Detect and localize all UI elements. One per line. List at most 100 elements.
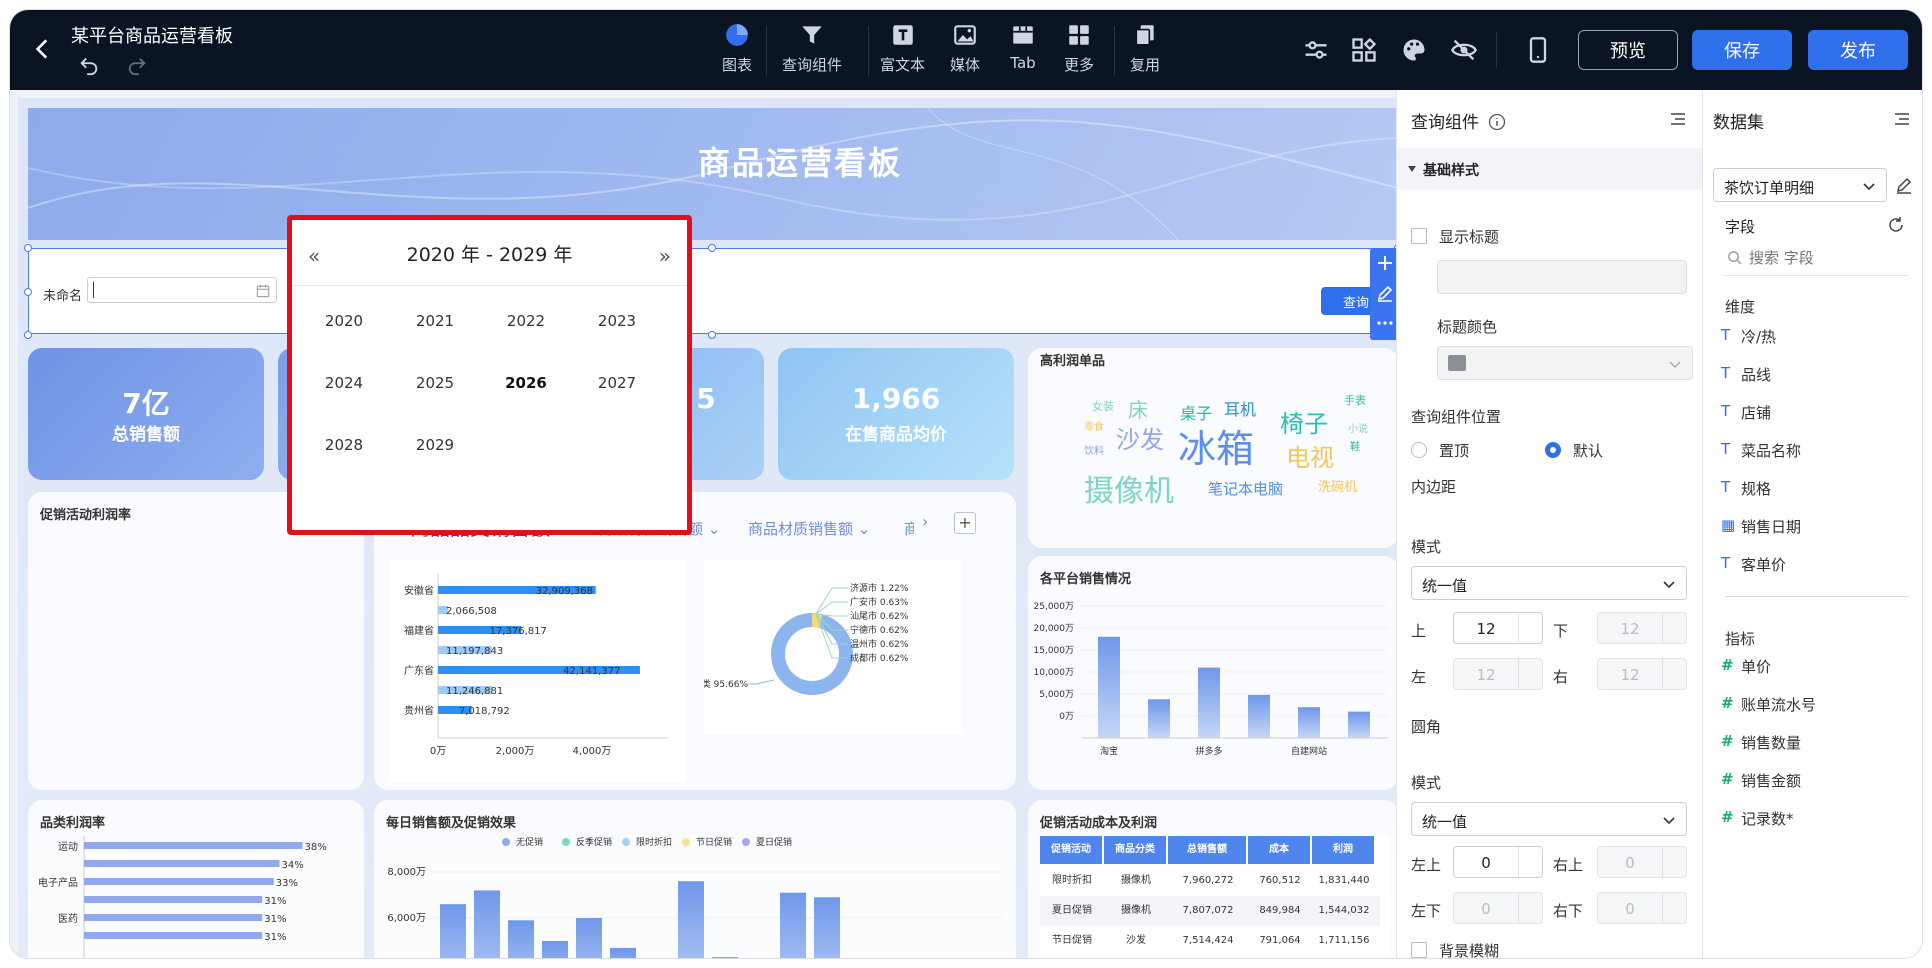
tab-next-icon[interactable]: › [922, 512, 928, 531]
year-cell[interactable]: 2021 [395, 312, 475, 330]
year-cell[interactable]: 2020 [304, 312, 384, 330]
card-tabs[interactable]: ‹ 商品品类销售额 ⌄ 商品特性销售额 ⌄ 商品材质销售额 ⌄ 商 › + 安徽… [374, 492, 1016, 790]
stepper-arrows[interactable] [1662, 659, 1686, 689]
stepper-arrows[interactable] [1662, 613, 1686, 643]
year-cell[interactable]: 2022 [486, 312, 566, 330]
card-high-profit[interactable]: 高利润单品 冰箱 摄像机 沙发 椅子 电视 床 桌子 耳机 笔记本电脑 洗碗机 女装 零食 饮料 手表 小说… [1028, 348, 1396, 548]
publish-button[interactable]: 发布 [1808, 30, 1908, 70]
back-icon[interactable] [30, 36, 56, 62]
year-cell[interactable]: 2025 [395, 374, 475, 392]
resize-handle[interactable] [708, 244, 716, 252]
year-cell[interactable]: 2027 [577, 374, 657, 392]
calendar-icon[interactable] [256, 284, 270, 298]
stepper-arrows[interactable] [1518, 659, 1542, 689]
card-promo-margin[interactable]: 促销活动利润率 [28, 492, 364, 790]
mobile-icon[interactable] [1524, 36, 1552, 64]
title-input[interactable] [1437, 260, 1687, 294]
add-icon[interactable] [1376, 254, 1394, 272]
year-cell[interactable]: 2023 [577, 312, 657, 330]
pad-bottom-stepper[interactable]: 12 [1597, 612, 1687, 644]
radius-tl-stepper[interactable]: 0 [1453, 846, 1543, 878]
measure-field-item[interactable]: 销售金额 [1741, 770, 1801, 791]
resize-handle[interactable] [24, 244, 32, 252]
dimension-field-item[interactable]: 品线 [1741, 364, 1771, 385]
pad-right-stepper[interactable]: 12 [1597, 658, 1687, 690]
collapse-panel-icon[interactable] [1893, 110, 1911, 128]
padding-mode-select[interactable]: 统一值 [1411, 566, 1687, 600]
next-decade-button[interactable]: » [659, 244, 671, 268]
add-tab-icon[interactable]: + [954, 512, 976, 534]
radius-tr-stepper[interactable]: 0 [1597, 846, 1687, 878]
position-default-radio[interactable] [1545, 442, 1561, 458]
query-component[interactable]: 未命名 查询 [28, 248, 1396, 334]
dashboard-title[interactable]: 某平台商品运营看板 [71, 22, 233, 48]
info-icon[interactable] [1488, 113, 1506, 131]
tab-material-sales[interactable]: 商品材质销售额 ⌄ [748, 518, 870, 539]
stepper-arrows[interactable] [1662, 893, 1686, 923]
resize-handle[interactable] [24, 288, 32, 296]
search-input[interactable] [1749, 246, 1899, 270]
tool-more[interactable]: 更多 [1064, 22, 1094, 75]
card-platform-sales[interactable]: 各平台销售情况 25,000万 20,000万 15,000万 10,000万 5,00… [1028, 556, 1396, 790]
section-basic-style[interactable]: 基础样式 [1397, 148, 1703, 190]
stepper-arrows[interactable] [1662, 847, 1686, 877]
year-cell[interactable]: 2024 [304, 374, 384, 392]
layout-icon[interactable] [1350, 36, 1378, 64]
field-search[interactable] [1725, 242, 1909, 276]
dimension-field-item[interactable]: 客单价 [1741, 554, 1786, 575]
stepper-arrows[interactable] [1518, 847, 1542, 877]
refresh-icon[interactable] [1887, 216, 1905, 234]
tool-media[interactable]: 媒体 [950, 22, 980, 75]
save-button[interactable]: 保存 [1692, 30, 1792, 70]
edit-icon[interactable] [1376, 284, 1394, 302]
position-top-radio[interactable] [1411, 442, 1427, 458]
measure-field-item[interactable]: 记录数* [1741, 808, 1794, 829]
tab-truncated[interactable]: 商 [904, 518, 914, 539]
show-title-checkbox[interactable] [1411, 228, 1427, 244]
text-icon [892, 25, 913, 45]
dimension-field-item[interactable]: 店铺 [1741, 402, 1771, 423]
settings-sliders-icon[interactable] [1302, 36, 1330, 64]
kpi-total-sales[interactable]: 7亿 总销售额 [28, 348, 264, 480]
year-cell[interactable]: 2029 [395, 436, 475, 454]
pad-top-stepper[interactable]: 12 [1453, 612, 1543, 644]
year-cell[interactable]: 2026 [486, 374, 566, 392]
dimension-field-item[interactable]: 规格 [1741, 478, 1771, 499]
hide-icon[interactable] [1450, 36, 1478, 64]
tool-query[interactable]: 查询组件 [782, 22, 842, 75]
blur-checkbox[interactable] [1411, 942, 1427, 958]
redo-icon[interactable] [126, 54, 148, 76]
card-promo-cost[interactable]: 促销活动成本及利润 促销活动 商品分类 总销售额 成本 利润 限时折扣 摄像机 7,960,2… [1028, 800, 1396, 958]
tool-chart[interactable]: 图表 [722, 22, 752, 75]
tool-richtext[interactable]: 富文本 [880, 22, 925, 75]
year-cell[interactable]: 2028 [304, 436, 384, 454]
edit-dataset-icon[interactable] [1895, 176, 1913, 194]
resize-handle[interactable] [24, 331, 32, 339]
measure-field-item[interactable]: 销售数量 [1741, 732, 1801, 753]
card-category-margin[interactable]: 品类利润率 运动 38% 34% 电子产品 33% 31% 医药 31% 31% [28, 800, 364, 958]
year-input[interactable] [87, 277, 277, 303]
tool-reuse[interactable]: 复用 [1130, 22, 1160, 75]
tool-tab[interactable]: Tab [1010, 22, 1036, 72]
palette-icon[interactable] [1400, 36, 1428, 64]
dimension-field-item[interactable]: 菜品名称 [1741, 440, 1801, 461]
preview-button[interactable]: 预览 [1578, 30, 1678, 70]
kpi-avg-price[interactable]: 1,966 在售商品均价 [778, 348, 1014, 480]
radius-bl-stepper[interactable]: 0 [1453, 892, 1543, 924]
dataset-select[interactable]: 茶饮订单明细 [1713, 168, 1887, 202]
dimension-field-item[interactable]: 销售日期 [1741, 516, 1801, 537]
more-icon[interactable] [1376, 314, 1394, 332]
title-color-picker[interactable] [1437, 346, 1693, 380]
undo-icon[interactable] [78, 54, 100, 76]
dimension-field-item[interactable]: 冷/热 [1741, 326, 1776, 347]
stepper-arrows[interactable] [1518, 893, 1542, 923]
radius-mode-select[interactable]: 统一值 [1411, 802, 1687, 836]
resize-handle[interactable] [708, 331, 716, 339]
pad-left-stepper[interactable]: 12 [1453, 658, 1543, 690]
measure-field-item[interactable]: 单价 [1741, 656, 1771, 677]
radius-br-stepper[interactable]: 0 [1597, 892, 1687, 924]
stepper-arrows[interactable] [1518, 613, 1542, 643]
measure-field-item[interactable]: 账单流水号 [1741, 694, 1816, 715]
card-daily-sales[interactable]: 每日销售额及促销效果 无促销 反季促销 限时折扣 节日促销 夏日促销 8,000万 6,00… [374, 800, 1016, 958]
collapse-panel-icon[interactable] [1669, 110, 1687, 128]
